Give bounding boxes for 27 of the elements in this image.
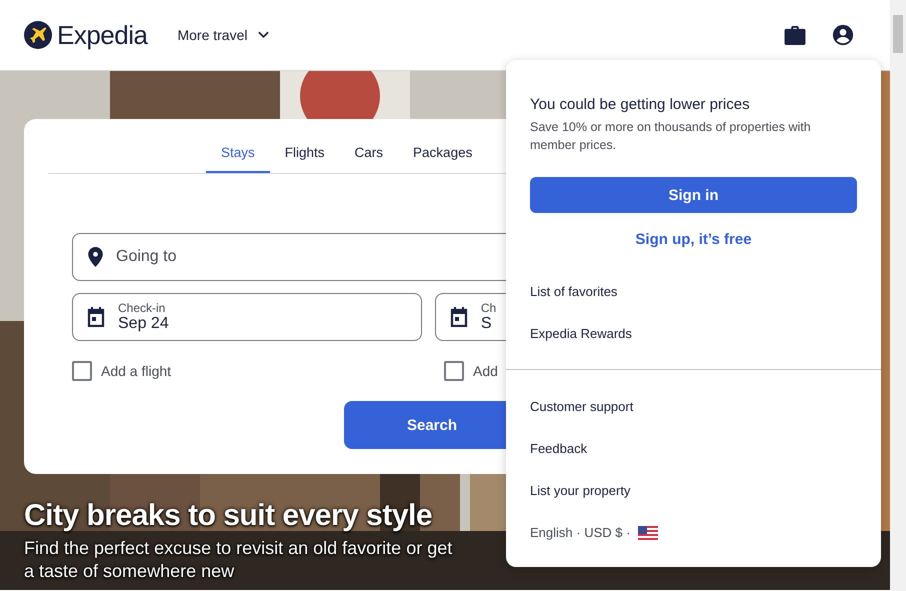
checkbox-label: Add bbox=[473, 363, 498, 379]
menu-item[interactable]: Feedback bbox=[530, 441, 588, 456]
tab[interactable]: Cars bbox=[340, 133, 398, 173]
date-value: Sep 24 bbox=[118, 315, 169, 333]
date-field[interactable]: Check-in Sep 24 bbox=[72, 293, 422, 341]
more-travel-menu[interactable]: More travel bbox=[177, 27, 268, 43]
checkbox-label: Add a flight bbox=[101, 363, 172, 379]
menu-item[interactable]: Customer support bbox=[530, 399, 634, 414]
tab[interactable]: Flights bbox=[270, 133, 340, 173]
hero-subtitle: Find the perfect excuse to revisit an old favorite or get a taste of somewhere new bbox=[24, 537, 454, 583]
checkbox-option[interactable]: Add a flight bbox=[72, 361, 444, 381]
menu-description: Save 10% or more on thousands of properties with member prices. bbox=[530, 119, 812, 154]
hero-title: City breaks to suit every style bbox=[24, 499, 434, 533]
menu-item[interactable]: List your property bbox=[530, 483, 630, 498]
date-value: S bbox=[480, 315, 493, 333]
date-label: Check-in bbox=[118, 301, 166, 315]
locale-item[interactable]: English · USD $ · bbox=[530, 525, 658, 540]
tab[interactable]: Stays bbox=[206, 133, 270, 173]
sign-up-link[interactable]: Sign up, it’s free bbox=[635, 231, 752, 248]
menu-heading: You could be getting lower prices bbox=[530, 96, 751, 113]
menu-item[interactable]: List of favorites bbox=[530, 284, 618, 299]
checkbox-option[interactable]: Add bbox=[444, 361, 816, 381]
logo-text[interactable]: Expedia bbox=[57, 20, 148, 50]
date-label: Ch bbox=[480, 301, 496, 315]
tab[interactable]: Packages bbox=[398, 133, 488, 173]
sign-in-button[interactable]: Sign in bbox=[530, 177, 857, 213]
menu-item[interactable]: Expedia Rewards bbox=[530, 326, 632, 341]
